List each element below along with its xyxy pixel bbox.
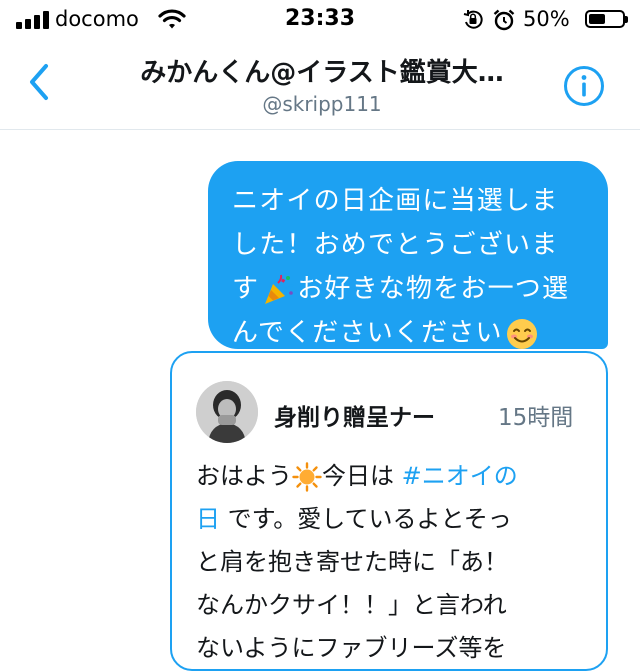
orientation-lock-icon xyxy=(463,10,483,29)
message-bubble[interactable]: ニオイの日企画に当選しま した！おめでとうございま す お好きな物をお一つ選 ん… xyxy=(208,161,608,349)
tweet-line: ないようにファブリーズ等を xyxy=(196,634,507,662)
user-handle[interactable]: @skripp111 xyxy=(92,92,552,116)
battery-percent: 50% xyxy=(523,7,570,31)
conversation-header: みかんくん@イラスト鑑賞大… @skripp111 xyxy=(0,42,640,130)
battery-fill xyxy=(589,14,605,24)
sun-icon xyxy=(292,462,322,492)
message-line: した！おめでとうございま xyxy=(232,230,559,260)
hashtag-link[interactable]: #ニオイの xyxy=(402,462,518,490)
tweet-line: 日 です。愛しているよとそっ xyxy=(196,498,601,541)
tweet-line: と肩を抱き寄せた時に「あ！ xyxy=(196,548,508,576)
tweet-text-segment: おはよう xyxy=(196,462,292,490)
page-title[interactable]: みかんくん@イラスト鑑賞大… xyxy=(92,52,552,89)
message-line: んでくださいください xyxy=(232,311,584,355)
tweet-timestamp: 15時間 xyxy=(498,405,574,431)
hashtag-link[interactable]: 日 xyxy=(196,505,220,533)
alarm-icon xyxy=(493,9,515,31)
message-line: す お好きな物をお一つ選 xyxy=(232,267,584,311)
message-text: んでくださいください xyxy=(232,318,503,348)
tweet-line: なんかクサイ！！」と言われ xyxy=(196,591,507,619)
chevron-left-icon[interactable] xyxy=(24,60,54,104)
tweet-text-segment: です。愛しているよとそっ xyxy=(220,505,512,533)
tweet-line: おはよう 今日は #ニオイの xyxy=(196,455,601,498)
party-popper-icon xyxy=(265,274,294,304)
tweet-author-name[interactable]: 身削り贈呈ナー xyxy=(274,398,435,432)
avatar[interactable] xyxy=(196,381,258,443)
message-text: す xyxy=(232,274,260,304)
quoted-tweet-card[interactable]: 身削り贈呈ナー 15時間 おはよう 今日は #ニオイの 日 です。愛しているよと… xyxy=(170,351,608,671)
smiling-face-icon xyxy=(506,318,537,349)
battery-icon xyxy=(585,10,628,28)
tweet-text-segment: 今日は xyxy=(322,462,402,490)
status-bar: docomo 23:33 50% xyxy=(0,0,640,42)
info-icon[interactable] xyxy=(562,64,606,108)
message-line: ニオイの日企画に当選しま xyxy=(232,186,559,216)
avatar-image xyxy=(196,381,258,443)
message-text: お好きな物をお一つ選 xyxy=(297,274,570,304)
tweet-text: おはよう 今日は #ニオイの 日 です。愛しているよとそっ と肩を抱き寄せた時に… xyxy=(196,455,601,670)
